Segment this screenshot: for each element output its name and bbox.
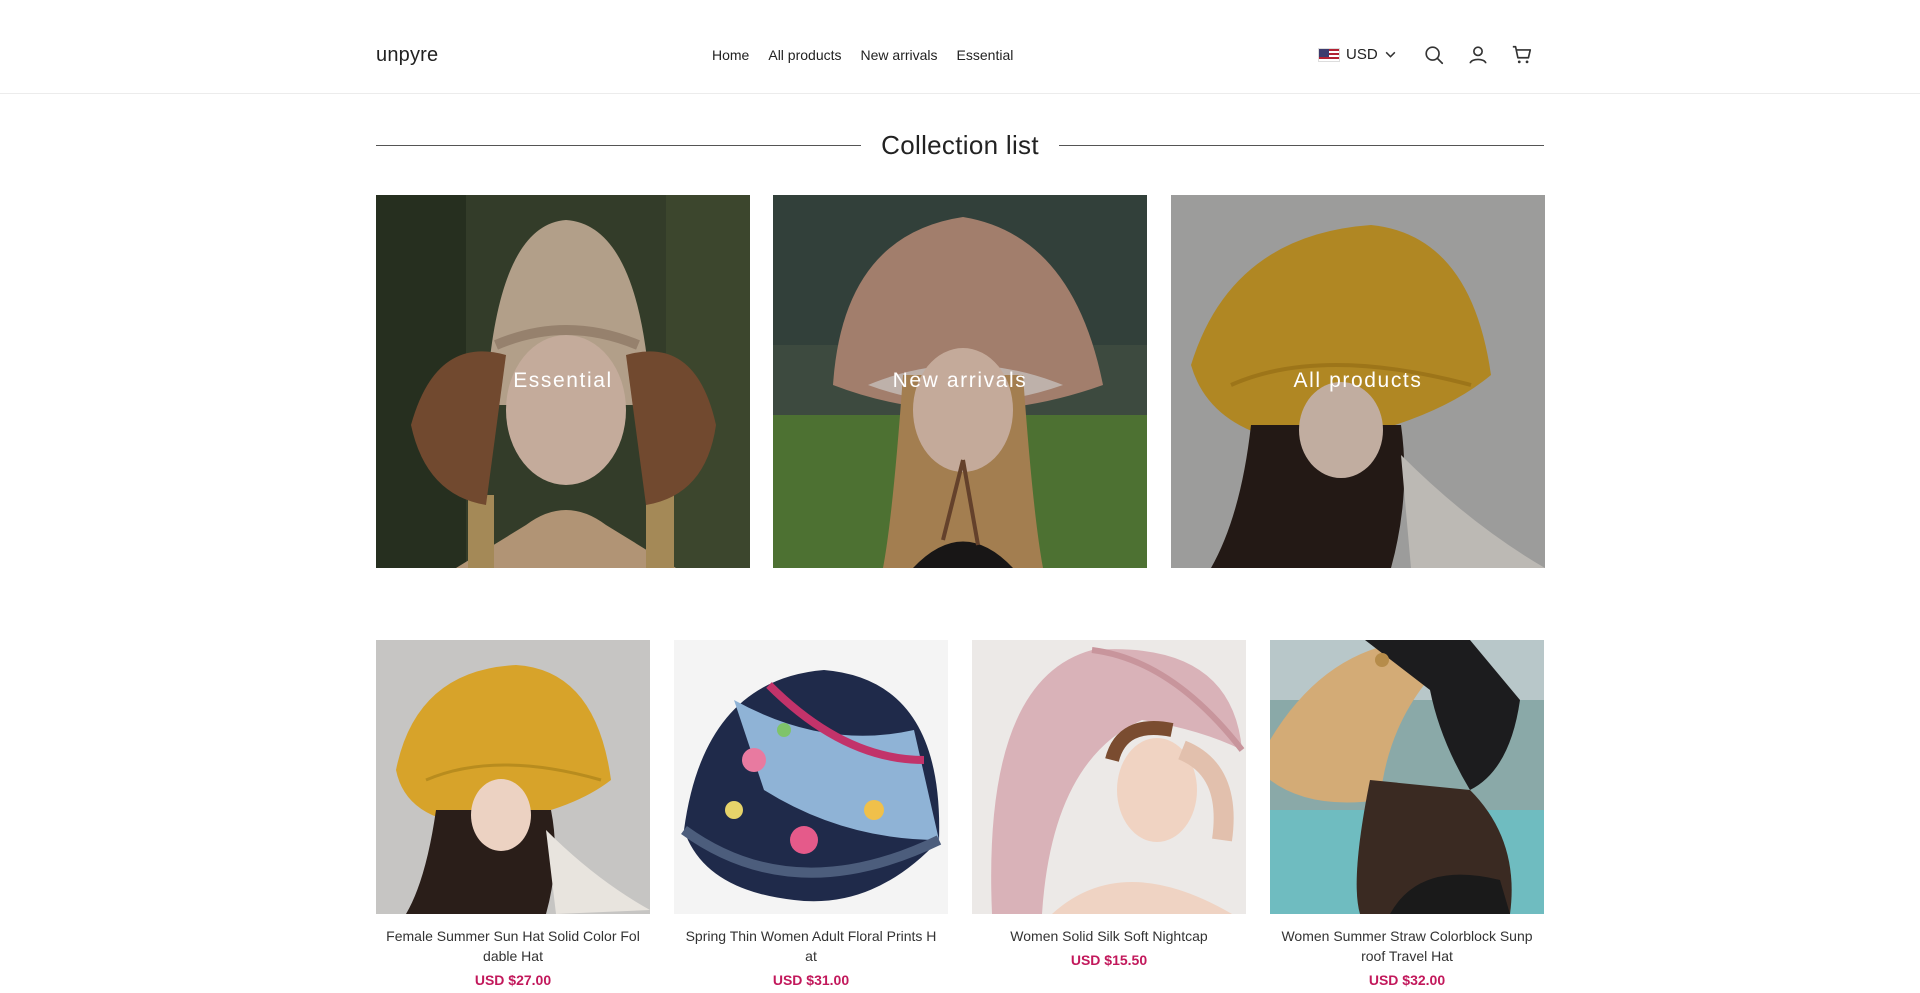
product-image[interactable] — [1270, 640, 1544, 914]
collection-label: New arrivals — [892, 369, 1028, 392]
nav-new-arrivals[interactable]: New arrivals — [861, 47, 938, 63]
collection-label: All products — [1293, 369, 1423, 392]
main-nav: Home All products New arrivals Essential — [712, 47, 1013, 63]
product-card: Spring Thin Women Adult Floral Prints H … — [674, 640, 948, 988]
chevron-down-icon — [1385, 51, 1396, 58]
collection-card-new-arrivals[interactable]: New arrivals — [773, 195, 1147, 568]
currency-label: USD — [1346, 46, 1378, 63]
product-price: USD $31.00 — [772, 972, 850, 988]
section-title: Collection list — [881, 129, 1039, 160]
site-header: unpyre Home All products New arrivals Es… — [0, 0, 1920, 94]
product-image[interactable] — [674, 640, 948, 914]
product-card: Female Summer Sun Hat Solid Color Fol da… — [376, 640, 650, 988]
collection-card-all-products[interactable]: All products — [1171, 195, 1545, 568]
product-price: USD $27.00 — [474, 972, 552, 988]
product-price: USD $32.00 — [1368, 972, 1446, 988]
product-title[interactable]: Spring Thin Women Adult Floral Prints H … — [674, 926, 948, 966]
collection-card-essential[interactable]: Essential — [376, 195, 750, 568]
product-title[interactable]: Female Summer Sun Hat Solid Color Fol da… — [376, 926, 650, 966]
nav-essential[interactable]: Essential — [957, 47, 1014, 63]
collection-list-heading: Collection list — [376, 128, 1545, 162]
title-divider-right — [1058, 144, 1545, 146]
product-card: Women Solid Silk Soft Nightcap USD $15.5… — [972, 640, 1246, 968]
account-icon[interactable] — [1467, 44, 1489, 66]
product-title[interactable]: Women Solid Silk Soft Nightcap — [972, 926, 1246, 946]
product-image[interactable] — [376, 640, 650, 914]
search-icon[interactable] — [1423, 44, 1445, 66]
nav-home[interactable]: Home — [712, 47, 749, 63]
title-divider-left — [376, 144, 862, 146]
product-price: USD $15.50 — [1070, 952, 1148, 968]
product-title[interactable]: Women Summer Straw Colorblock Sunp roof … — [1270, 926, 1544, 966]
nav-all-products[interactable]: All products — [768, 47, 841, 63]
product-image[interactable] — [972, 640, 1246, 914]
cart-icon[interactable] — [1511, 44, 1533, 66]
store-logo[interactable]: unpyre — [376, 44, 438, 67]
currency-selector[interactable]: USD — [1318, 46, 1397, 63]
us-flag-icon — [1318, 47, 1340, 62]
collection-label: Essential — [513, 369, 613, 392]
product-card: Women Summer Straw Colorblock Sunp roof … — [1270, 640, 1544, 988]
